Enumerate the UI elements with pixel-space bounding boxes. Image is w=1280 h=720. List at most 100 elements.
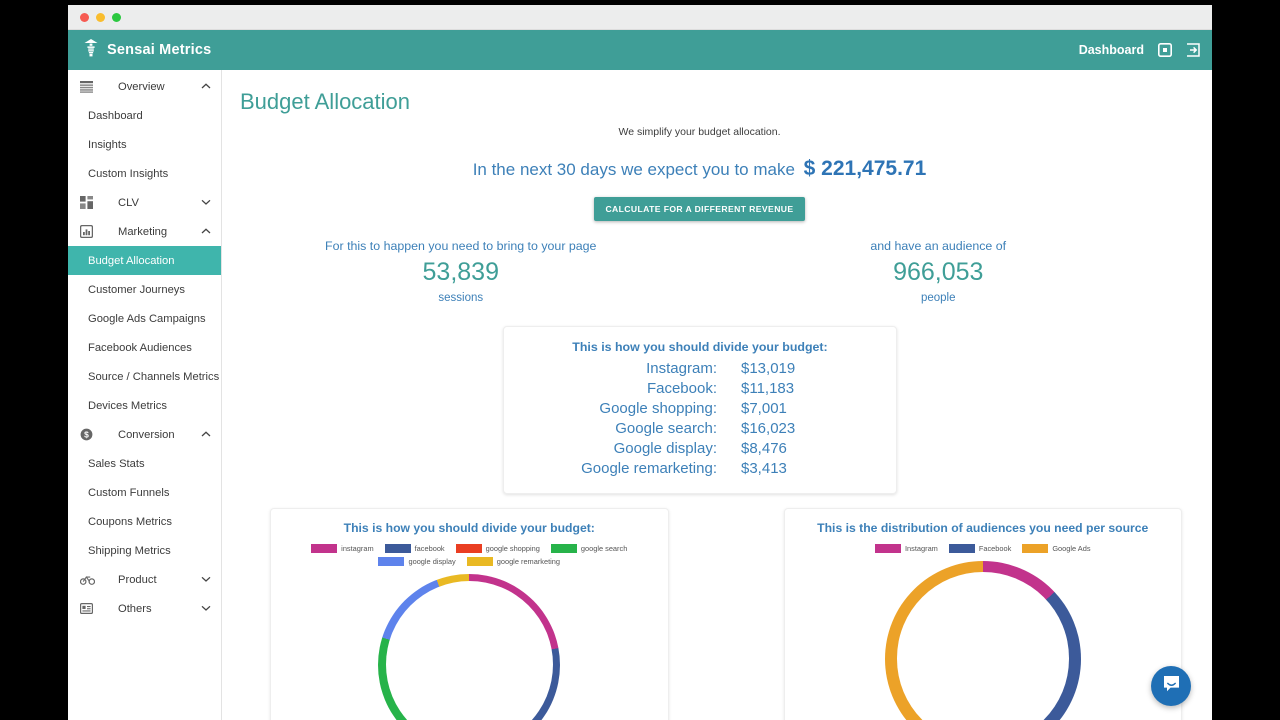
legend-label: google remarketing xyxy=(497,557,560,566)
legend-swatch xyxy=(1022,544,1048,553)
stats-row: For this to happen you need to bring to … xyxy=(222,239,1212,304)
sidebar-group-overview[interactable]: Overview xyxy=(68,72,221,101)
chart-legend: Instagram Facebook Google Ads xyxy=(793,544,1174,553)
dashboard-square-icon[interactable] xyxy=(1158,43,1172,57)
chevron-down-icon[interactable] xyxy=(201,575,211,584)
legend-swatch xyxy=(311,544,337,553)
topbar-actions: Dashboard xyxy=(1079,43,1200,57)
page-subtitle: We simplify your budget allocation. xyxy=(222,126,1212,138)
sidebar-item-customer-journeys[interactable]: Customer Journeys xyxy=(68,275,221,304)
sidebar-item-source-channels-metrics[interactable]: Source / Channels Metrics xyxy=(68,362,221,391)
legend-item[interactable]: google remarketing xyxy=(467,557,560,566)
donut-hole xyxy=(897,572,1069,720)
sidebar-group-marketing[interactable]: Marketing xyxy=(68,217,221,246)
legend-item[interactable]: Google Ads xyxy=(1022,544,1090,553)
budget-row-value: $8,476 xyxy=(717,439,841,459)
sidebar-group-label: Conversion xyxy=(98,429,201,441)
bar-chart-icon xyxy=(80,225,98,238)
sidebar-item-devices-metrics[interactable]: Devices Metrics xyxy=(68,391,221,420)
bicycle-icon xyxy=(80,574,98,585)
chart-legend: instagram facebook google shopping google s… xyxy=(279,544,660,566)
brand-name: Sensai Metrics xyxy=(107,42,211,58)
legend-swatch xyxy=(875,544,901,553)
budget-row: Google search: $16,023 xyxy=(514,419,886,439)
legend-item[interactable]: Instagram xyxy=(875,544,938,553)
brand[interactable]: Sensai Metrics xyxy=(82,38,211,63)
budget-row-value: $16,023 xyxy=(717,419,841,439)
page-title: Budget Allocation xyxy=(240,89,1212,115)
legend-label: Facebook xyxy=(979,544,1011,553)
legend-item[interactable]: Facebook xyxy=(949,544,1011,553)
revenue-forecast-prefix: In the next 30 days we expect you to mak… xyxy=(473,160,795,179)
chevron-down-icon[interactable] xyxy=(201,198,211,207)
logout-arrow-icon[interactable] xyxy=(1186,43,1200,57)
sidebar-item-shipping-metrics[interactable]: Shipping Metrics xyxy=(68,536,221,565)
chevron-down-icon[interactable] xyxy=(201,604,211,613)
id-card-icon xyxy=(80,603,98,614)
stat-sessions: For this to happen you need to bring to … xyxy=(222,239,700,304)
chart-title: This is how you should divide your budge… xyxy=(279,521,660,535)
sidebar-item-google-ads-campaigns[interactable]: Google Ads Campaigns xyxy=(68,304,221,333)
minimize-window-button[interactable] xyxy=(96,13,105,22)
legend-item[interactable]: facebook xyxy=(385,544,445,553)
legend-label: Google Ads xyxy=(1052,544,1090,553)
sidebar-item-dashboard[interactable]: Dashboard xyxy=(68,101,221,130)
chevron-up-icon[interactable] xyxy=(201,227,211,236)
chevron-up-icon[interactable] xyxy=(201,82,211,91)
window-titlebar xyxy=(68,5,1212,30)
budget-row-value: $7,001 xyxy=(717,399,841,419)
stat-label: For this to happen you need to bring to … xyxy=(222,239,700,253)
sidebar-group-clv[interactable]: CLV xyxy=(68,188,221,217)
browser-window: Sensai Metrics Dashboard xyxy=(68,5,1212,720)
sidebar-item-sales-stats[interactable]: Sales Stats xyxy=(68,449,221,478)
dashboard-link[interactable]: Dashboard xyxy=(1079,43,1144,57)
budget-donut[interactable] xyxy=(378,574,560,720)
budget-row-label: Google search: xyxy=(559,419,717,439)
budget-row-label: Google display: xyxy=(559,439,717,459)
legend-item[interactable]: google display xyxy=(378,557,455,566)
revenue-forecast-amount: $ 221,475.71 xyxy=(804,157,927,180)
top-navigation-bar: Sensai Metrics Dashboard xyxy=(68,30,1212,70)
budget-row-value: $3,413 xyxy=(717,459,841,479)
audience-donut[interactable] xyxy=(885,561,1081,720)
sidebar-item-coupons-metrics[interactable]: Coupons Metrics xyxy=(68,507,221,536)
legend-swatch xyxy=(949,544,975,553)
donut-wrap xyxy=(793,561,1174,720)
screen-root: Sensai Metrics Dashboard xyxy=(0,0,1280,720)
legend-label: google shopping xyxy=(486,544,540,553)
donut-wrap xyxy=(279,574,660,720)
sidebar-item-facebook-audiences[interactable]: Facebook Audiences xyxy=(68,333,221,362)
sensai-logo-icon xyxy=(82,38,100,63)
budget-row-label: Instagram: xyxy=(559,359,717,379)
sidebar-group-product[interactable]: Product xyxy=(68,565,221,594)
sidebar-item-insights[interactable]: Insights xyxy=(68,130,221,159)
legend-item[interactable]: google search xyxy=(551,544,627,553)
calculate-button-row: CALCULATE FOR A DIFFERENT REVENUE xyxy=(222,197,1212,221)
budget-row-label: Google shopping: xyxy=(559,399,717,419)
sidebar-group-others[interactable]: Others xyxy=(68,594,221,623)
budget-row: Google remarketing: $3,413 xyxy=(514,459,886,479)
sidebar-group-conversion[interactable]: $ Conversion xyxy=(68,420,221,449)
maximize-window-button[interactable] xyxy=(112,13,121,22)
budget-row: Google shopping: $7,001 xyxy=(514,399,886,419)
legend-swatch xyxy=(378,557,404,566)
stat-value: 966,053 xyxy=(700,258,1178,287)
budget-row-value: $11,183 xyxy=(717,379,841,399)
calculate-different-revenue-button[interactable]: CALCULATE FOR A DIFFERENT REVENUE xyxy=(594,197,804,221)
stat-label: and have an audience of xyxy=(700,239,1178,253)
legend-item[interactable]: google shopping xyxy=(456,544,540,553)
sidebar-item-budget-allocation[interactable]: Budget Allocation xyxy=(68,246,221,275)
sidebar-group-label: Others xyxy=(98,603,201,615)
sidebar-item-custom-funnels[interactable]: Custom Funnels xyxy=(68,478,221,507)
sidebar-item-custom-insights[interactable]: Custom Insights xyxy=(68,159,221,188)
svg-text:$: $ xyxy=(84,430,89,440)
sidebar-group-label: Overview xyxy=(98,81,201,93)
legend-swatch xyxy=(456,544,482,553)
intercom-launcher-button[interactable] xyxy=(1151,666,1191,706)
sidebar-group-label: CLV xyxy=(98,197,201,209)
close-window-button[interactable] xyxy=(80,13,89,22)
budget-row-value: $13,019 xyxy=(717,359,841,379)
legend-label: instagram xyxy=(341,544,373,553)
chevron-up-icon[interactable] xyxy=(201,430,211,439)
legend-item[interactable]: instagram xyxy=(311,544,373,553)
